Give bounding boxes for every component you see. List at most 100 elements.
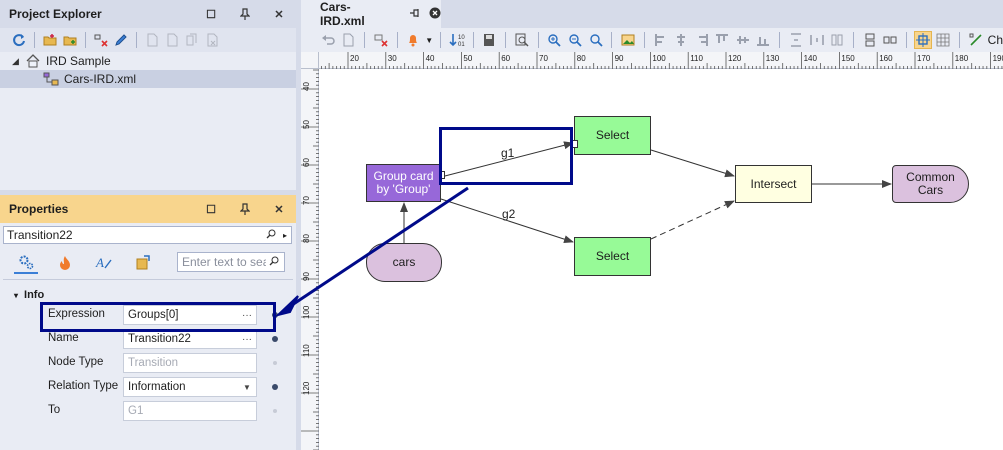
stack-vertical-icon[interactable] — [861, 31, 879, 49]
snap-to-grid-icon[interactable] — [913, 31, 932, 49]
add-file-icon[interactable] — [163, 31, 181, 49]
pin-icon[interactable] — [409, 7, 421, 21]
svg-text:A: A — [95, 255, 104, 270]
chevron-down-icon[interactable]: ▼ — [238, 383, 256, 392]
ruler-label: 150 — [841, 54, 855, 63]
tree-item-file[interactable]: Cars-IRD.xml — [0, 70, 296, 88]
delete-file-icon[interactable] — [203, 31, 221, 49]
close-icon[interactable]: ✕ — [262, 0, 296, 28]
zoom-icon[interactable] — [587, 31, 605, 49]
node-label: Select — [595, 128, 630, 142]
stack-horizontal-icon[interactable] — [881, 31, 899, 49]
node-select-top[interactable]: Select — [574, 116, 651, 155]
connector-icon[interactable] — [967, 31, 985, 49]
tree-item-project[interactable]: ◢ IRD Sample — [0, 52, 296, 70]
toolbar-separator — [34, 32, 35, 48]
ruler-label: 40 — [426, 54, 435, 63]
distribute-vertical-icon[interactable] — [787, 31, 805, 49]
diagram-canvas[interactable]: Group card by 'Group' Select Select Inte… — [319, 69, 1003, 450]
name-field[interactable]: Transition22 ··· — [123, 329, 257, 349]
ruler-label: 100 — [302, 305, 311, 319]
horizontal-ruler-ticks: 20 30 40 50 60 70 80 90 100 110 120 130 140 150 160 170… — [321, 52, 1003, 69]
property-search-input[interactable] — [178, 255, 266, 269]
align-right-icon[interactable] — [693, 31, 711, 49]
bell-icon[interactable] — [405, 31, 423, 49]
close-icon[interactable]: ✕ — [262, 195, 296, 223]
tab-events[interactable] — [53, 252, 77, 274]
add-folder-icon[interactable] — [61, 31, 79, 49]
property-value: Information — [128, 381, 186, 393]
save-icon[interactable] — [481, 31, 499, 49]
ruler-label: 50 — [302, 120, 311, 129]
vertical-ruler: 40 50 60 70 80 90 100 110 120 — [301, 69, 319, 450]
undo-icon[interactable] — [319, 31, 337, 49]
edge-select1-intersect[interactable] — [650, 149, 735, 178]
zoom-page-icon[interactable] — [513, 31, 531, 49]
copy-file-icon[interactable] — [183, 31, 201, 49]
distribute-horizontal-icon[interactable] — [808, 31, 826, 49]
image-icon[interactable] — [619, 31, 637, 49]
zoom-in-icon[interactable] — [546, 31, 564, 49]
section-header-info[interactable]: ▾ Info — [14, 289, 44, 301]
align-bottom-icon[interactable] — [755, 31, 773, 49]
toolbar-overflow-label[interactable]: Ch — [988, 33, 1003, 47]
toolbar-separator — [779, 32, 781, 48]
chevron-right-icon[interactable]: ▸ — [279, 231, 291, 240]
ruler-label: 120 — [728, 54, 742, 63]
pin-icon[interactable] — [228, 195, 262, 223]
close-tab-icon[interactable] — [429, 7, 441, 22]
ruler-label: 20 — [350, 54, 359, 63]
align-top-icon[interactable] — [714, 31, 732, 49]
new-page-icon[interactable] — [340, 31, 358, 49]
edge-select2-intersect[interactable] — [650, 200, 735, 240]
zoom-out-icon[interactable] — [566, 31, 584, 49]
project-explorer-toolbar — [0, 28, 296, 52]
property-value: Transition22 — [128, 333, 191, 345]
node-group-card[interactable]: Group card by 'Group' — [366, 164, 441, 202]
maximize-icon[interactable]: ☐ — [194, 0, 228, 28]
new-folder-icon[interactable] — [41, 31, 59, 49]
same-size-icon[interactable] — [828, 31, 846, 49]
toolbar-separator — [905, 32, 907, 48]
grid-icon[interactable] — [935, 31, 953, 49]
remove-node-icon[interactable] — [92, 31, 110, 49]
align-middle-icon[interactable] — [734, 31, 752, 49]
refresh-icon[interactable] — [10, 31, 28, 49]
selected-object-name: Transition22 — [7, 228, 73, 242]
tab-appearance[interactable]: A — [92, 252, 116, 274]
chevron-down-icon[interactable]: ▼ — [425, 31, 433, 49]
horizontal-ruler: 20 30 40 50 60 70 80 90 100 110 120 130 140 150 160 170… — [319, 52, 1003, 69]
node-common-cars[interactable]: Common Cars — [892, 165, 969, 203]
ruler-label: 50 — [463, 54, 472, 63]
collapse-arrow-icon[interactable]: ▾ — [14, 291, 18, 300]
align-left-icon[interactable] — [652, 31, 670, 49]
sort-icon[interactable]: 10 01 — [448, 31, 466, 49]
app-window: Project Explorer ☐ ✕ ◢ IRD Sample Cars-I… — [0, 0, 1003, 450]
object-selector[interactable]: Transition22 ▸ — [3, 226, 292, 244]
node-label: cars — [392, 255, 416, 269]
delete-selection-icon[interactable] — [372, 31, 390, 49]
ellipsis-button[interactable]: ··· — [238, 334, 256, 345]
search-icon[interactable] — [266, 255, 282, 269]
tab-cars-ird[interactable]: Cars-IRD.xml — [301, 0, 441, 28]
node-intersect[interactable]: Intersect — [735, 165, 812, 203]
property-search-box[interactable] — [177, 252, 285, 272]
node-select-bottom[interactable]: Select — [574, 237, 651, 276]
relation-type-dropdown[interactable]: Information ▼ — [123, 377, 257, 397]
property-row-relation-type: Relation Type Information ▼ — [0, 376, 296, 398]
bound-indicator-dot — [272, 384, 278, 390]
new-file-icon[interactable] — [143, 31, 161, 49]
node-cars[interactable]: cars — [366, 243, 442, 282]
document-tab-strip: Cars-IRD.xml — [301, 0, 1003, 28]
maximize-icon[interactable]: ☐ — [194, 195, 228, 223]
selection-highlight-box — [439, 127, 573, 185]
project-tree: ◢ IRD Sample Cars-IRD.xml — [0, 52, 296, 190]
tab-properties-gear[interactable] — [14, 252, 38, 274]
edit-pencil-icon[interactable] — [112, 31, 130, 49]
node-label: Intersect — [750, 176, 797, 191]
align-center-icon[interactable] — [672, 31, 690, 49]
tab-layout[interactable] — [131, 252, 155, 274]
svg-text:01: 01 — [458, 42, 465, 47]
search-icon[interactable] — [263, 228, 279, 242]
pin-icon[interactable] — [228, 0, 262, 28]
